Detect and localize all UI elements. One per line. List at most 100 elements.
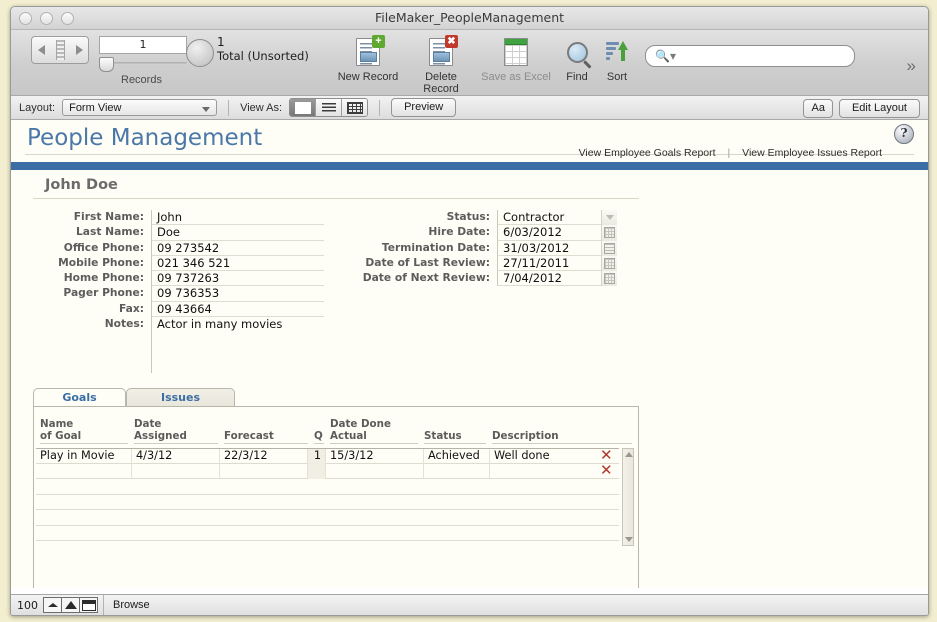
cell-status[interactable]: Achieved: [424, 449, 490, 465]
previous-record-icon[interactable]: [37, 45, 45, 55]
minimize-button[interactable]: [40, 12, 53, 25]
cell-q[interactable]: [308, 463, 326, 479]
found-set-pie-icon[interactable]: [186, 39, 214, 67]
window-title: FileMaker_PeopleManagement: [374, 10, 565, 25]
toggle-status-area-button[interactable]: [79, 597, 98, 613]
record-slider-group: 1: [99, 36, 187, 72]
date-of-next-review-field[interactable]: 7/04/2012: [497, 271, 617, 287]
maximize-button[interactable]: [61, 12, 74, 25]
cell-forecast[interactable]: 22/3/12: [220, 449, 308, 465]
view-employee-goals-report-link[interactable]: View Employee Goals Report: [579, 147, 716, 159]
portal-scrollbar[interactable]: [622, 448, 634, 546]
toolbar-overflow-button[interactable]: »: [907, 56, 916, 76]
office-phone-field[interactable]: 09 273542: [151, 240, 324, 256]
next-record-icon[interactable]: [75, 45, 83, 55]
view-form-button[interactable]: [290, 99, 317, 116]
termination-date-field[interactable]: 31/03/2012: [497, 240, 617, 256]
hire-date-calendar-button[interactable]: [601, 225, 617, 241]
table-row-empty[interactable]: [36, 526, 619, 541]
col-rule: [314, 443, 324, 444]
edit-layout-button[interactable]: Edit Layout: [838, 99, 920, 118]
cell-name-of-goal[interactable]: [36, 463, 132, 479]
col-description: Description: [492, 430, 559, 442]
cell-q[interactable]: 1: [308, 449, 326, 465]
new-record-button[interactable]: + New Record: [333, 35, 403, 83]
zoom-level: 100: [17, 598, 38, 612]
table-row-empty[interactable]: [36, 495, 619, 510]
search-input[interactable]: 🔍▾: [645, 45, 855, 67]
cell-date-assigned[interactable]: 4/3/12: [132, 449, 220, 465]
cell-name-of-goal[interactable]: Play in Movie: [36, 449, 132, 465]
slider-thumb[interactable]: [99, 57, 114, 72]
view-mode-segments[interactable]: [289, 98, 369, 117]
delete-row-icon[interactable]: ✕: [600, 462, 613, 477]
mobile-phone-field[interactable]: 021 346 521: [151, 255, 324, 272]
layout-select-value: Form View: [69, 102, 122, 114]
zoom-out-button[interactable]: [43, 597, 62, 613]
office-phone-label: Office Phone:: [63, 240, 144, 254]
tab-goals[interactable]: Goals: [33, 388, 126, 406]
record-nav-arrows[interactable]: [31, 36, 89, 64]
text-format-button[interactable]: Aa: [803, 99, 833, 118]
window-controls[interactable]: [19, 12, 74, 25]
col-date-assigned: Date Assigned: [134, 418, 187, 442]
field-row-office-phone: Office Phone: 09 273542: [33, 240, 324, 256]
tab-body-goals: Name of Goal Date Assigned Forecast Q Date…: [33, 406, 639, 588]
help-icon[interactable]: ?: [894, 124, 914, 144]
cell-date-assigned[interactable]: [132, 463, 220, 479]
fax-field[interactable]: 09 43664: [151, 301, 324, 318]
first-name-field[interactable]: John: [151, 210, 324, 226]
scroll-down-icon[interactable]: [625, 537, 633, 542]
next-review-calendar-button[interactable]: [601, 271, 617, 287]
save-as-excel-button[interactable]: Save as Excel: [481, 36, 551, 83]
pager-phone-field[interactable]: 09 736353: [151, 286, 324, 302]
cell-date-done-actual[interactable]: 15/3/12: [326, 449, 424, 465]
current-record-number[interactable]: 1: [99, 36, 187, 54]
notes-label: Notes:: [104, 317, 144, 331]
date-of-last-review-label: Date of Last Review:: [365, 255, 490, 269]
hire-date-field[interactable]: 6/03/2012: [497, 225, 617, 241]
date-of-next-review-label: Date of Next Review:: [362, 271, 490, 285]
view-employee-issues-report-link[interactable]: View Employee Issues Report: [742, 147, 882, 159]
view-list-button[interactable]: [316, 99, 343, 116]
notes-field[interactable]: Actor in many movies: [151, 317, 324, 374]
termination-date-calendar-button[interactable]: [601, 240, 617, 256]
record-slider[interactable]: [99, 57, 187, 72]
last-name-field[interactable]: Doe: [151, 225, 324, 241]
layout-bar-right: Aa Edit Layout: [803, 99, 920, 118]
status-field[interactable]: Contractor: [497, 210, 617, 226]
table-row[interactable]: Play in Movie 4/3/12 22/3/12 1 15/3/12 A…: [36, 448, 619, 465]
accent-bar: [11, 162, 928, 170]
col-rule: [134, 443, 218, 444]
hire-date-label: Hire Date:: [428, 225, 490, 239]
pager-phone-label: Pager Phone:: [63, 286, 144, 300]
close-button[interactable]: [19, 12, 32, 25]
cell-forecast[interactable]: [220, 463, 308, 479]
table-row-empty[interactable]: [36, 479, 619, 495]
layout-select[interactable]: Form View: [62, 99, 218, 116]
link-separator: |: [727, 147, 731, 159]
window-toggle-icon: [81, 599, 96, 611]
zoom-in-button[interactable]: [61, 597, 80, 613]
last-name-label: Last Name:: [75, 225, 144, 239]
table-row-empty[interactable]: [36, 510, 619, 526]
status-dropdown-button[interactable]: [601, 210, 617, 226]
tab-issues[interactable]: Issues: [126, 388, 235, 406]
col-rule: [330, 443, 418, 444]
scroll-up-icon[interactable]: [625, 452, 633, 457]
preview-button[interactable]: Preview: [391, 98, 457, 117]
last-review-calendar-button[interactable]: [601, 255, 617, 272]
employment-fields-group: Status: Contractor Hire Date: 6/03/2012 …: [347, 210, 617, 287]
view-table-button[interactable]: [342, 99, 368, 116]
cell-status[interactable]: [424, 463, 490, 479]
cell-date-done-actual[interactable]: [326, 463, 424, 479]
portal-column-headers: Name of Goal Date Assigned Forecast Q Date…: [36, 418, 636, 445]
list-view-icon: [321, 102, 336, 113]
table-row[interactable]: ✕: [36, 462, 619, 479]
sort-button[interactable]: Sort: [591, 36, 643, 83]
field-row-last-name: Last Name: Doe: [33, 225, 324, 241]
home-phone-field[interactable]: 09 737263: [151, 271, 324, 287]
date-of-last-review-field[interactable]: 27/11/2011: [497, 255, 617, 272]
table-row-empty[interactable]: [36, 541, 619, 557]
delete-record-button[interactable]: ✖ Delete Record: [406, 35, 476, 95]
